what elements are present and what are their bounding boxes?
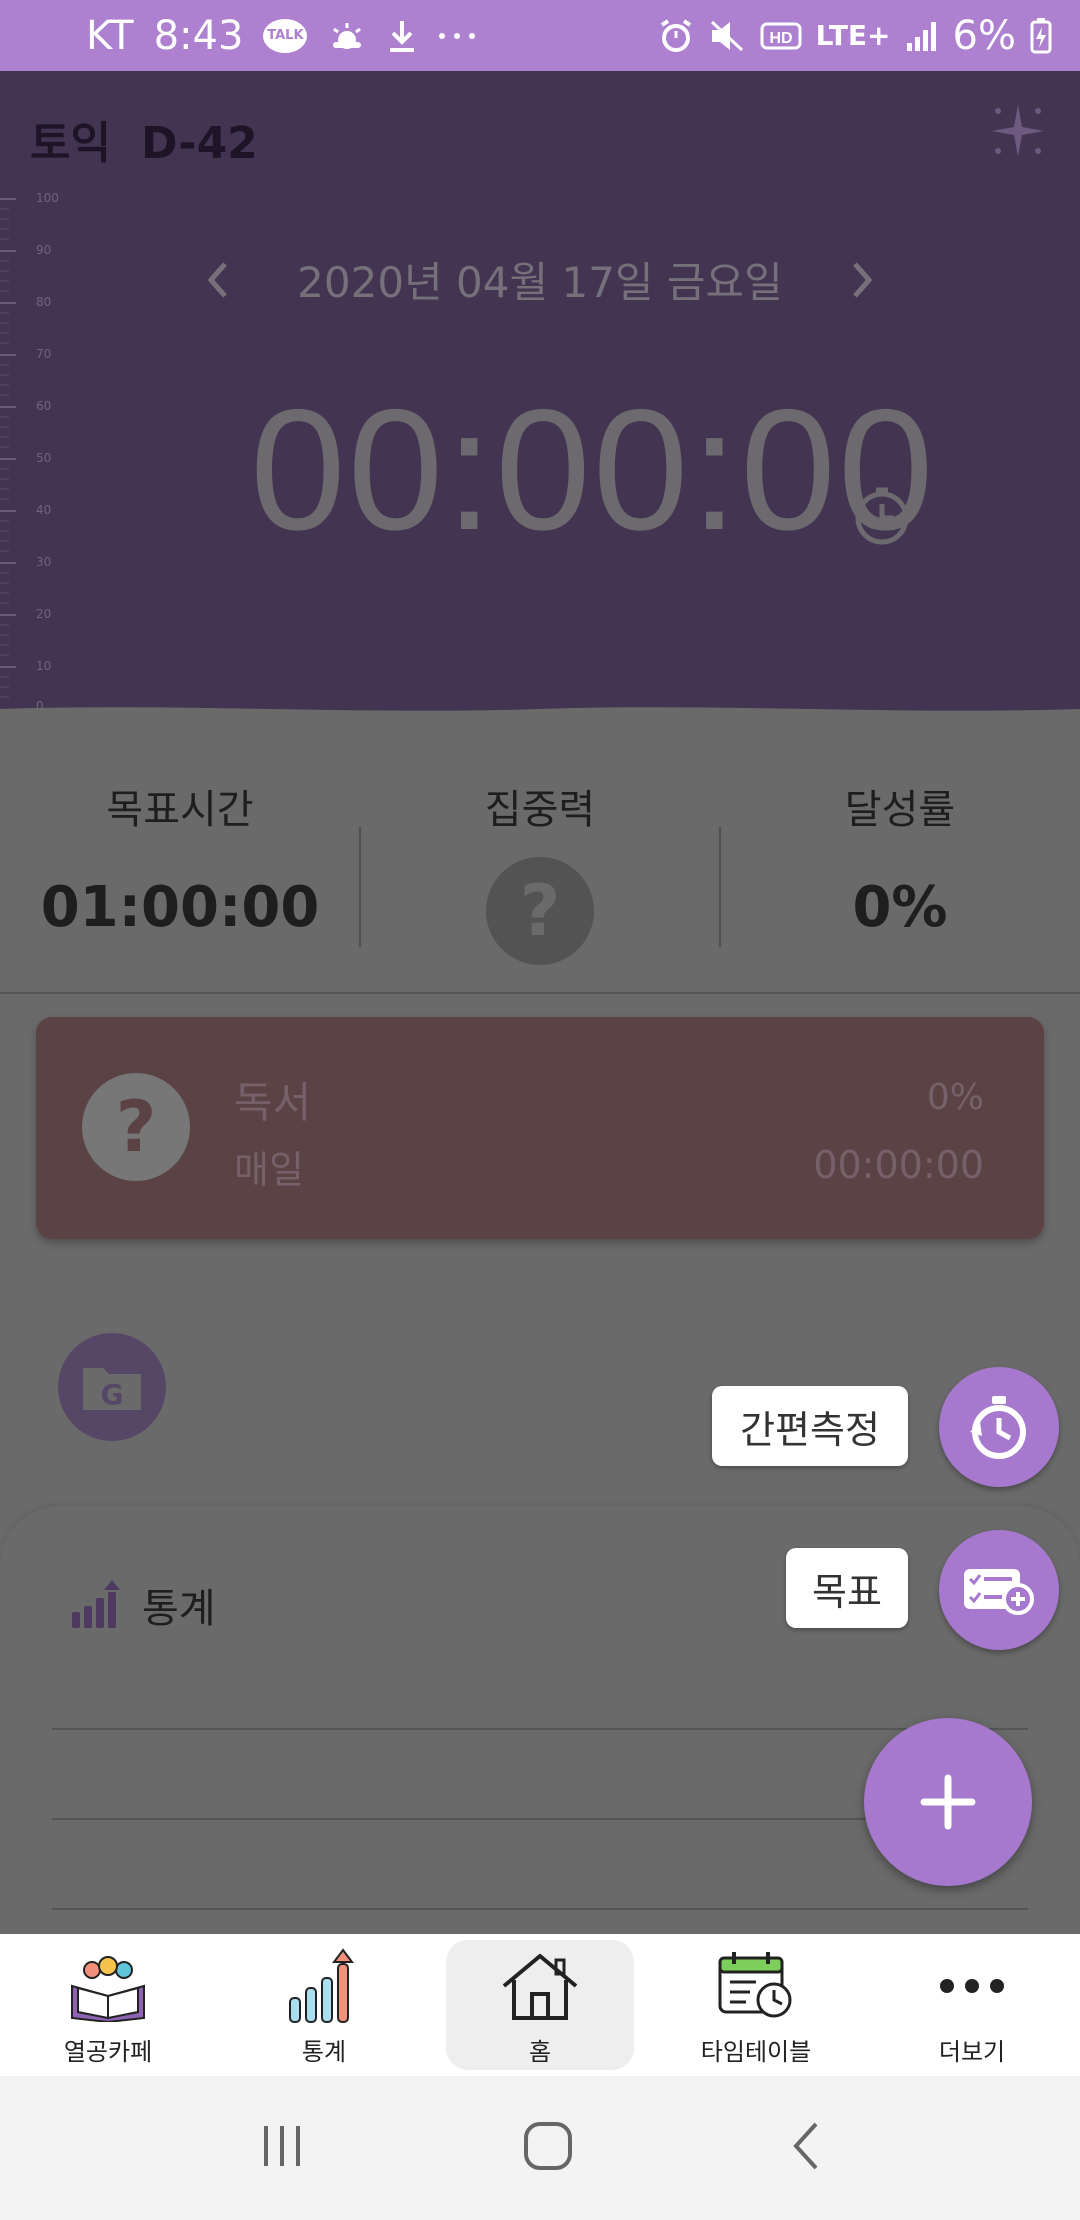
current-date[interactable]: 2020년 04월 17일 금요일: [297, 249, 783, 310]
stopwatch-icon[interactable]: [852, 486, 912, 546]
goal-label[interactable]: 목표: [786, 1548, 908, 1628]
divider: [719, 827, 721, 947]
achievement-stat[interactable]: 달성률 0%: [720, 757, 1080, 947]
nav-label: 타임테이블: [700, 2038, 812, 2066]
bar-chart-icon: [281, 1946, 367, 2026]
bar-chart-icon: [72, 1580, 120, 1628]
mute-icon: [708, 18, 746, 54]
task-repeat: 매일: [234, 1148, 304, 1192]
divider: [0, 992, 1080, 994]
subject-name: 토익: [30, 118, 111, 169]
svg-text:HD: HD: [769, 30, 792, 47]
chart-gridline: [52, 1728, 1028, 1730]
task-time: 00:00:00: [813, 1143, 984, 1187]
date-navigator: 2020년 04월 17일 금요일: [0, 249, 1080, 310]
study-timer[interactable]: 00:00:00: [250, 371, 936, 569]
folder-g-icon: G: [83, 1368, 141, 1411]
home-icon: [497, 1946, 583, 2026]
nav-item-timetable[interactable]: 타임테이블: [648, 1934, 864, 2076]
status-bar: KT 8:43 TALK HD LTE+ 6%: [0, 0, 1080, 71]
lte-icon: LTE+: [815, 19, 891, 52]
nav-label: 홈: [528, 2038, 552, 2066]
add-goal-icon: [964, 1569, 1034, 1615]
alarm-icon: [658, 18, 694, 54]
hd-icon: HD: [760, 20, 802, 52]
ruler-label: 50: [36, 451, 52, 465]
quick-stopwatch-icon: [970, 1396, 1026, 1459]
nav-item-study-cafe[interactable]: 열공카페: [0, 1934, 216, 2076]
weather-icon: [327, 20, 367, 52]
quick-measure-label[interactable]: 간편측정: [712, 1386, 908, 1466]
ruler-label: 30: [36, 555, 52, 569]
nav-item-home[interactable]: 홈: [432, 1934, 648, 2076]
home-system-icon[interactable]: [522, 2120, 574, 2176]
download-icon: [387, 19, 417, 53]
battery-icon: [1030, 17, 1052, 54]
group-folder-button[interactable]: G: [58, 1333, 166, 1441]
calendar-clock-icon: [713, 1946, 799, 2026]
more-dots-icon: [929, 1946, 1015, 2026]
back-icon[interactable]: [790, 2120, 822, 2176]
goal-time-label: 목표시간: [106, 787, 254, 833]
main-fab-button[interactable]: [864, 1718, 1032, 1886]
add-goal-button[interactable]: [939, 1530, 1059, 1650]
more-dots-icon: [437, 31, 477, 41]
focus-label: 집중력: [484, 787, 596, 833]
nav-item-stats[interactable]: 통계: [216, 1934, 432, 2076]
timer-header: 토익 D-42 100 90 80 70 60 50 40 30 20 10 0…: [0, 71, 1080, 721]
system-nav-bar: [0, 2076, 1080, 2220]
ruler-label: 60: [36, 399, 52, 413]
ruler-label: 40: [36, 503, 52, 517]
ruler-label: 20: [36, 607, 52, 621]
subject-title[interactable]: 토익 D-42: [30, 107, 258, 171]
task-item[interactable]: ? 독서 매일 0% 00:00:00: [36, 1017, 1044, 1239]
goal-time-stat[interactable]: 목표시간 01:00:00: [0, 757, 360, 947]
nav-label: 통계: [301, 2038, 347, 2066]
ruler-label: 10: [36, 659, 52, 673]
ruler-label: 100: [36, 191, 59, 205]
clock: 8:43: [153, 12, 244, 59]
signal-icon: [905, 19, 939, 53]
book-people-icon: [65, 1946, 151, 2026]
task-help-icon: ?: [82, 1073, 190, 1181]
prev-date-icon[interactable]: [197, 260, 237, 300]
bottom-nav: 열공카페 통계 홈 타임테이블 더보기: [0, 1934, 1080, 2076]
talk-icon: TALK: [263, 18, 308, 53]
achievement-label: 달성률: [844, 787, 956, 833]
task-percent: 0%: [926, 1077, 984, 1118]
folder-g-letter: G: [101, 1378, 124, 1411]
nav-item-more[interactable]: 더보기: [864, 1934, 1080, 2076]
carrier-label: KT: [86, 12, 134, 59]
stats-card-title[interactable]: 통계: [70, 1576, 216, 1634]
recent-apps-icon[interactable]: [258, 2122, 306, 2174]
focus-help-icon: ?: [486, 857, 594, 965]
quick-measure-button[interactable]: [939, 1367, 1059, 1487]
divider: [359, 827, 361, 947]
next-date-icon[interactable]: [843, 260, 883, 300]
summary-card: 목표시간 01:00:00 집중력 ? 달성률 0% ? 독서 매일 0% 00…: [0, 721, 1080, 1471]
goal-time-value: 01:00:00: [40, 875, 320, 940]
task-name: 독서: [234, 1078, 312, 1127]
plus-icon: [920, 1774, 976, 1830]
wave-divider: [0, 707, 1080, 721]
chart-gridline: [52, 1908, 1028, 1910]
achievement-value: 0%: [852, 875, 948, 940]
stats-title-label: 통계: [142, 1586, 216, 1632]
summary-stats: 목표시간 01:00:00 집중력 ? 달성률 0%: [0, 757, 1080, 965]
dday-label: D-42: [140, 118, 258, 169]
nav-label: 열공카페: [63, 2038, 153, 2066]
battery-percent: 6%: [952, 12, 1016, 59]
ruler-label: 70: [36, 347, 52, 361]
focus-stat[interactable]: 집중력 ?: [360, 757, 720, 965]
nav-label: 더보기: [938, 2038, 1006, 2066]
sparkle-icon[interactable]: [988, 101, 1048, 161]
